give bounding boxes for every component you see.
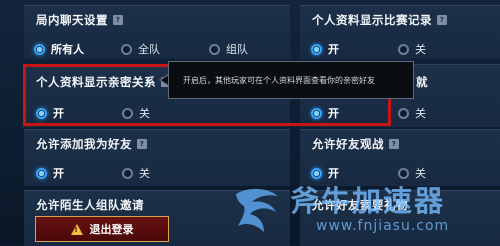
radio-on[interactable]: 开 <box>311 41 339 57</box>
watermark: 斧牛加速器 www.fnjiasu.com <box>228 176 500 245</box>
radio-party-label: 组队 <box>226 43 248 56</box>
radio-off[interactable]: 关 <box>398 105 426 121</box>
friend-spectate-title-text: 允许好友观战 <box>312 137 384 151</box>
radio-unselected-icon <box>398 43 409 55</box>
radio-off[interactable]: 关 <box>122 165 150 181</box>
radio-off[interactable]: 关 <box>398 41 426 57</box>
add-friend-title: 允许添加我为好友 ? <box>36 136 147 152</box>
lobby-chat-title-text: 局内聊天设置 <box>36 13 108 27</box>
warning-icon <box>70 223 83 235</box>
radio-off-label: 关 <box>415 43 426 56</box>
match-record-title-text: 个人资料显示比赛记录 <box>312 13 432 27</box>
achievement-title: 就 <box>416 74 428 90</box>
radio-unselected-icon <box>209 43 220 55</box>
radio-off-label: 关 <box>139 167 150 180</box>
logout-label: 退出登录 <box>89 223 134 236</box>
radio-on[interactable]: 开 <box>36 165 64 181</box>
radio-team-label: 全队 <box>138 43 160 56</box>
match-record-title: 个人资料显示比赛记录 ? <box>312 12 447 28</box>
radio-on-label: 开 <box>328 43 339 56</box>
help-icon[interactable]: ? <box>137 139 147 149</box>
radio-off-label: 关 <box>415 107 426 120</box>
radio-unselected-icon <box>122 167 133 179</box>
tooltip: 开启后，其他玩家可在个人资料界面查看你的亲密好友 <box>168 61 414 99</box>
tooltip-text: 开启后，其他玩家可在个人资料界面查看你的亲密好友 <box>183 76 375 85</box>
watermark-url: www.fnjiasu.com <box>316 218 450 234</box>
radio-unselected-icon <box>398 107 409 119</box>
watermark-brand: 斧牛加速器 <box>290 184 446 218</box>
lobby-chat-title: 局内聊天设置 ? <box>36 12 123 28</box>
settings-page: 局内聊天设置 ? 所有人 全队 组队 个人资料显示比赛记录 ? 开 关 个人资料… <box>0 0 500 246</box>
stranger-invite-title-text: 允许陌生人组队邀请 <box>36 198 144 212</box>
friend-spectate-title: 允许好友观战 ? <box>312 136 399 152</box>
radio-on-label: 开 <box>53 167 64 180</box>
help-icon[interactable]: ? <box>389 139 399 149</box>
radio-all-label: 所有人 <box>51 43 84 56</box>
lobby-chat-card: 局内聊天设置 ? 所有人 全队 组队 <box>24 5 290 59</box>
radio-team[interactable]: 全队 <box>121 41 160 57</box>
help-icon[interactable]: ? <box>113 15 123 25</box>
stranger-invite-title: 允许陌生人组队邀请 <box>36 197 144 213</box>
watermark-logo-icon <box>236 188 278 232</box>
add-friend-title-text: 允许添加我为好友 <box>36 137 132 151</box>
radio-selected-icon <box>36 167 47 179</box>
logout-button[interactable]: 退出登录 <box>35 216 169 242</box>
radio-unselected-icon <box>121 43 132 55</box>
help-icon[interactable]: ? <box>437 15 447 25</box>
radio-selected-icon <box>311 43 322 55</box>
radio-all[interactable]: 所有人 <box>34 41 84 57</box>
achievement-title-text: 就 <box>416 75 428 89</box>
radio-selected-icon <box>34 43 45 55</box>
match-record-card: 个人资料显示比赛记录 ? 开 关 <box>300 5 500 59</box>
radio-party[interactable]: 组队 <box>209 41 248 57</box>
